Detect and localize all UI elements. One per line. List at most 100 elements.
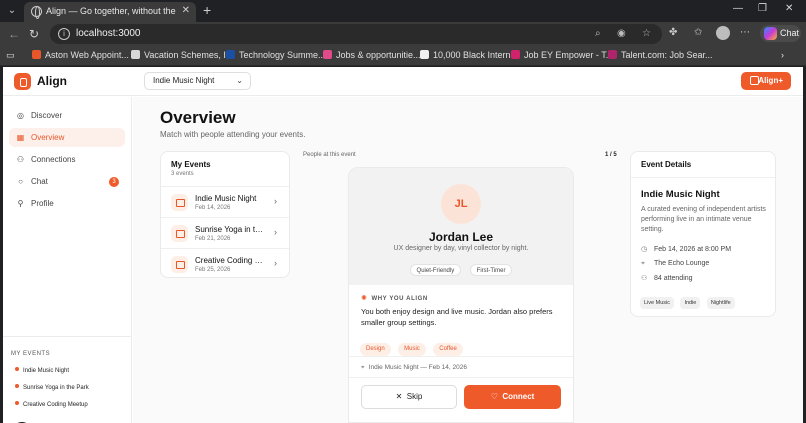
address-bar[interactable]: i localhost:3000 ⌕ ◉ ☆ (50, 24, 662, 44)
more-menu-icon[interactable]: ⋯ (740, 27, 750, 38)
event-selector-value: Indie Music Night (153, 76, 215, 85)
browser-tabstrip: ⌄ Align — Go together, without the ✕ + —… (0, 0, 806, 22)
main-content: Overview Match with people attending you… (133, 97, 803, 423)
zoom-icon[interactable]: ⌕ (595, 28, 601, 39)
sidebar-event-item[interactable]: Creative Coding Meetup (15, 401, 88, 408)
extension-icon[interactable]: ◉ (617, 28, 626, 39)
chat-bubble-icon: ○ (18, 177, 23, 186)
bookmark-item[interactable]: Technology Summe... (226, 50, 326, 60)
chevron-right-icon: › (274, 196, 277, 206)
event-tag: Nightlife (706, 297, 735, 309)
sidebar-events-heading: MY EVENTS (11, 351, 51, 357)
sidebar-item-discover[interactable]: ◎ Discover (9, 106, 125, 125)
event-name: Sunrise Yoga in the Park (195, 225, 265, 234)
align-plus-icon (750, 76, 759, 85)
connect-button[interactable]: ♡ Connect (464, 385, 561, 409)
bookmark-item[interactable]: Job EY Empower - T... (511, 50, 613, 60)
calendar-icon (171, 256, 188, 273)
tab-search-chevron-icon[interactable]: ⌄ (4, 3, 20, 19)
site-info-icon[interactable]: i (58, 28, 70, 40)
card-divider (349, 356, 573, 357)
bookmarks-overflow-icon[interactable]: › (781, 50, 784, 60)
interest-tag: Coffee (433, 343, 463, 356)
new-tab-icon[interactable]: + (203, 2, 211, 18)
bookmark-favicon (226, 50, 235, 59)
bookmark-favicon (511, 50, 520, 59)
sidebar-item-profile[interactable]: ⚲ Profile (9, 194, 125, 213)
page-subtitle: Match with people attending your events. (160, 130, 306, 139)
event-selector[interactable]: Indie Music Night ⌄ (144, 72, 251, 90)
bookmark-item[interactable]: Talent.com: Job Sear... (608, 50, 713, 60)
why-you-align-heading: ✺ WHY YOU ALIGN (361, 295, 428, 302)
interest-tag: Design (360, 343, 391, 356)
person-tag: Quiet-Friendly (409, 264, 462, 276)
sidebar-item-label: Discover (31, 111, 63, 120)
close-icon: ✕ (395, 392, 403, 401)
restore-icon[interactable]: ❐ (758, 3, 767, 14)
brand-name: Align (37, 74, 67, 88)
shared-interests: Design Music Coffee (360, 337, 466, 356)
person-tag: First-Timer (469, 264, 513, 276)
why-you-align-text: You both enjoy design and live music. Jo… (361, 307, 553, 327)
sidebar-item-label: Chat (31, 177, 48, 186)
chevron-right-icon: › (274, 227, 277, 237)
bookmark-item[interactable]: 10,000 Black Interns (420, 50, 515, 60)
bookmark-star-icon[interactable]: ☆ (642, 28, 651, 39)
sparkle-icon: ✺ (361, 295, 368, 302)
event-reference: ⌖ Indie Music Night — Feb 14, 2026 (361, 364, 467, 371)
event-date: Feb 25, 2026 (195, 267, 231, 273)
bookmark-item[interactable]: Aston Web Appoint... (32, 50, 129, 60)
person-tags: Quiet-Friendly First-Timer (349, 259, 573, 277)
browser-profile-avatar[interactable] (716, 26, 730, 40)
back-icon[interactable]: ← (8, 27, 20, 41)
bookmarks-collapse-icon[interactable]: ▭ (6, 50, 15, 61)
my-events-count: 3 events (171, 171, 194, 177)
compass-icon: ◎ (17, 111, 24, 120)
align-plus-button[interactable]: Align+ (741, 72, 791, 90)
bookmark-favicon (323, 50, 332, 59)
skip-button[interactable]: ✕ Skip (361, 385, 457, 409)
tab-close-icon[interactable]: ✕ (182, 5, 190, 16)
my-events-card: My Events 3 events Indie Music Night Feb… (160, 151, 290, 278)
sidebar-item-overview[interactable]: ▦ Overview (9, 128, 125, 147)
user-icon: ⚲ (17, 199, 24, 208)
people-pager: 1 / 5 (605, 152, 617, 158)
location-pin-icon: ⌖ (361, 364, 365, 371)
event-list-item[interactable]: Sunrise Yoga in the Park Feb 21, 2026 › (161, 217, 289, 248)
event-name: Creative Coding Meetup (195, 256, 265, 265)
copilot-icon (764, 27, 777, 40)
chevron-right-icon: › (274, 258, 277, 268)
calendar-icon (171, 225, 188, 242)
event-list-item[interactable]: Creative Coding Meetup Feb 25, 2026 › (161, 248, 289, 279)
window-close-icon[interactable]: ✕ (785, 3, 793, 14)
match-profile-card: JL Jordan Lee UX designer by day, vinyl … (348, 167, 574, 423)
calendar-icon (171, 194, 188, 211)
clock-icon: ◷ (641, 246, 648, 253)
person-bio: UX designer by day, vinyl collector by n… (393, 245, 529, 252)
browser-tab[interactable]: Align — Go together, without the ✕ (24, 2, 196, 22)
people-section-label: People at this event (303, 152, 356, 158)
sidebar-event-item[interactable]: Indie Music Night (15, 367, 69, 374)
location-pin-icon: ⌖ (641, 260, 645, 267)
app-window: Align Indie Music Night ⌄ Align+ ◎ Disco… (3, 67, 803, 423)
event-datetime: ◷ Feb 14, 2026 at 8:00 PM (641, 246, 732, 253)
copilot-chat-button[interactable]: Chat (760, 25, 801, 42)
minimize-icon[interactable]: — (733, 3, 743, 14)
event-list-item[interactable]: Indie Music Night Feb 14, 2026 › (161, 186, 289, 217)
extensions-puzzle-icon[interactable]: ✤ (669, 27, 677, 38)
sidebar-item-chat[interactable]: ○ Chat 3 (9, 172, 125, 191)
browser-toolbar: ← ↻ i localhost:3000 ⌕ ◉ ☆ (0, 22, 806, 46)
bookmark-item[interactable]: Jobs & opportunitie... (323, 50, 421, 60)
reload-icon[interactable]: ↻ (29, 27, 39, 41)
bookmark-item[interactable]: Vacation Schemes, I... (131, 50, 233, 60)
bookmark-favicon (32, 50, 41, 59)
users-icon: ⚇ (641, 275, 648, 282)
event-attendance: ⚇ 84 attending (641, 275, 693, 282)
chat-button-label: Chat (780, 28, 800, 38)
favorites-icon[interactable]: ✩ (694, 27, 702, 38)
sidebar-item-connections[interactable]: ⚇ Connections (9, 150, 125, 169)
globe-icon (31, 6, 42, 19)
event-venue: ⌖ The Echo Lounge (641, 260, 710, 267)
sidebar-event-item[interactable]: Sunrise Yoga in the Park (15, 384, 89, 391)
event-tags: Live Music Indie Nightlife (640, 291, 737, 309)
